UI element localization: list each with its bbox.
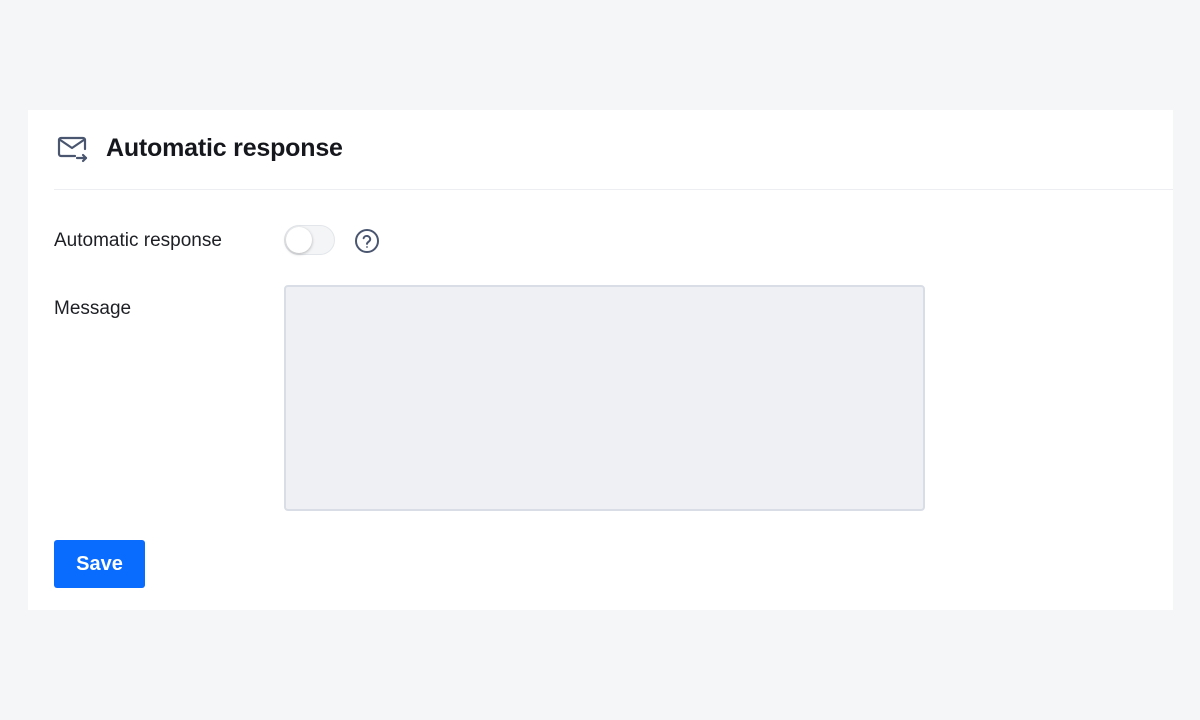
- message-textarea[interactable]: [284, 285, 925, 511]
- question-circle-icon[interactable]: [354, 228, 380, 254]
- page-title: Automatic response: [106, 134, 343, 162]
- automatic-response-card: Automatic response Automatic response Me…: [28, 110, 1173, 610]
- automatic-response-label: Automatic response: [54, 230, 222, 251]
- mail-forward-icon: [56, 134, 88, 164]
- toggle-knob: [286, 227, 312, 253]
- message-label: Message: [54, 298, 132, 319]
- save-button[interactable]: Save: [54, 540, 145, 588]
- automatic-response-toggle[interactable]: [284, 225, 335, 255]
- card-header: Automatic response: [54, 110, 1173, 190]
